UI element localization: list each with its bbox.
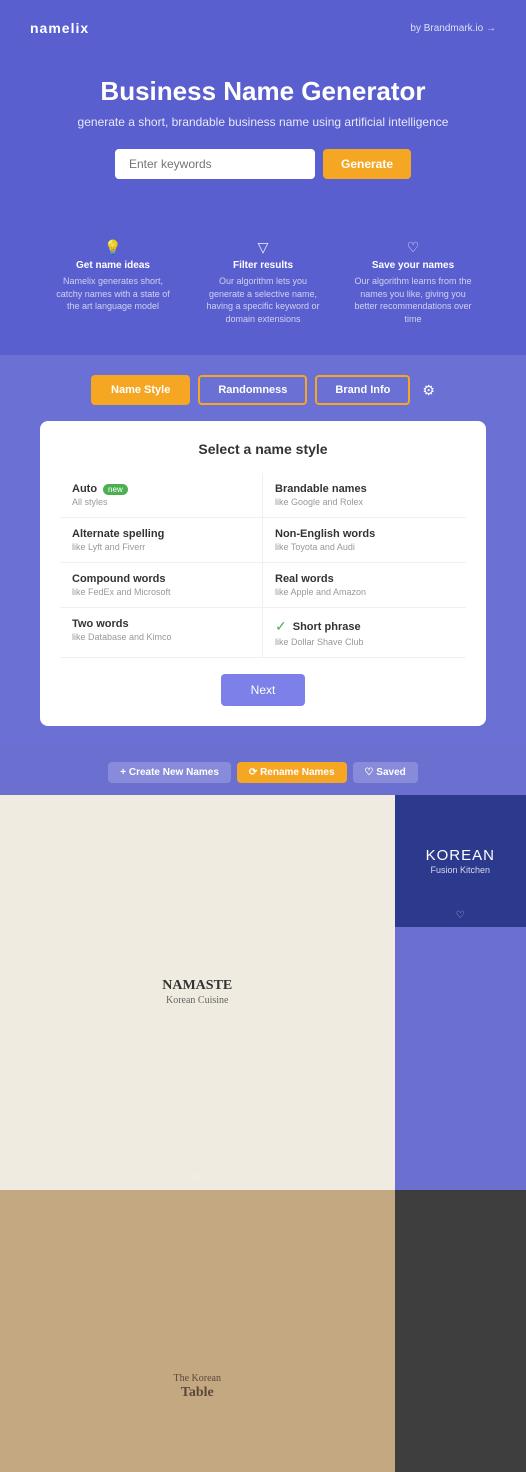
option-two-words-name: Two words [72, 618, 129, 630]
feature-filter-title: Filter results [203, 260, 323, 271]
card-korean-line2: Fusion Kitchen [426, 865, 495, 876]
heart-icon[interactable]: ♡ [456, 910, 465, 921]
option-real-words-name: Real words [275, 573, 334, 585]
card-table-line1: The Korean [174, 1373, 221, 1385]
option-non-english-name: Non-English words [275, 528, 375, 540]
overlay-panel: 하나 골라볼까요? [395, 1190, 526, 1472]
tab-name-style[interactable]: Name Style [91, 375, 190, 405]
lightbulb-icon: 💡 [53, 239, 173, 256]
option-spelling-name: Alternate spelling [72, 528, 164, 540]
option-auto-badge: new [103, 484, 128, 495]
hero-features: 💡 Get name ideas Namelix generates short… [30, 229, 496, 325]
keyword-input[interactable] [115, 149, 315, 179]
hero-content: Business Name Generator generate a short… [30, 66, 496, 229]
hero-subtitle: generate a short, brandable business nam… [30, 115, 496, 129]
option-brandable-example: like Google and Rolex [275, 497, 454, 507]
option-brandable[interactable]: Brandable names like Google and Rolex [263, 473, 466, 518]
settings-icon[interactable]: ⚙ [422, 382, 435, 399]
name-card-korean-fusion[interactable]: KOREAN Fusion Kitchen ♡ [395, 795, 526, 927]
option-auto-name: Auto [72, 483, 97, 495]
option-auto-example: All styles [72, 497, 250, 507]
feature-ideas-desc: Namelix generates short, catchy names wi… [53, 275, 173, 313]
next-button[interactable]: Next [221, 674, 306, 706]
hero-section: namelix by Brandmark.io → Business Name … [0, 0, 526, 355]
option-two-words[interactable]: Two words like Database and Kimco [60, 608, 263, 658]
option-spelling[interactable]: Alternate spelling like Lyft and Fiverr [60, 518, 263, 563]
option-brandable-name: Brandable names [275, 483, 367, 495]
feature-ideas: 💡 Get name ideas Namelix generates short… [53, 239, 173, 325]
feature-filter-desc: Our algorithm lets you generate a select… [203, 275, 323, 325]
results-grid: NAMASTE Korean Cuisine ♡ KOREAN Fusion K… [0, 795, 526, 1472]
site-logo: namelix [30, 20, 89, 36]
option-compound[interactable]: Compound words like FedEx and Microsoft [60, 563, 263, 608]
saved-button[interactable]: ♡ Saved [353, 762, 418, 783]
card-korean-line1: KOREAN [426, 847, 495, 865]
name-card-korean-table[interactable]: The Korean Table ♡ [0, 1190, 395, 1472]
tab-brand-info[interactable]: Brand Info [315, 375, 410, 405]
feature-ideas-title: Get name ideas [53, 260, 173, 271]
card-namaste-line2: Korean Cuisine [162, 995, 232, 1007]
option-real-words[interactable]: Real words like Apple and Amazon [263, 563, 466, 608]
style-options-grid: Auto new All styles Brandable names like… [60, 473, 466, 658]
heart-icon: ♡ [353, 239, 473, 256]
option-real-words-example: like Apple and Amazon [275, 587, 454, 597]
create-new-button[interactable]: + Create New Names [108, 762, 231, 783]
option-non-english-example: like Toyota and Audi [275, 542, 454, 552]
option-spelling-example: like Lyft and Fiverr [72, 542, 250, 552]
checkmark-icon: ✓ [275, 618, 287, 635]
filter-icon: ▽ [203, 239, 323, 256]
style-card: Select a name style Auto new All styles … [40, 421, 486, 726]
option-short-phrase-name: Short phrase [293, 621, 361, 633]
tab-randomness[interactable]: Randomness [198, 375, 307, 405]
option-short-phrase[interactable]: ✓ Short phrase like Dollar Shave Club [263, 608, 466, 658]
name-card-namaste[interactable]: NAMASTE Korean Cuisine ♡ [0, 795, 395, 1190]
option-compound-name: Compound words [72, 573, 166, 585]
rename-button[interactable]: ⟳ Rename Names [237, 762, 347, 783]
generate-button[interactable]: Generate [323, 149, 411, 179]
option-two-words-example: like Database and Kimco [72, 632, 250, 642]
overlay-container: Kimchi Kitchen Cafe ♡ 하나 골라볼까요? [395, 1190, 526, 1472]
hero-search-row: Generate [30, 149, 496, 179]
feature-filter: ▽ Filter results Our algorithm lets you … [203, 239, 323, 325]
results-toolbar: + Create New Names ⟳ Rename Names ♡ Save… [0, 762, 526, 783]
feature-save: ♡ Save your names Our algorithm learns f… [353, 239, 473, 325]
feature-save-desc: Our algorithm learns from the names you … [353, 275, 473, 325]
option-compound-example: like FedEx and Microsoft [72, 587, 250, 597]
hero-nav: namelix by Brandmark.io → [30, 20, 496, 36]
heart-icon[interactable]: ♡ [193, 1173, 202, 1184]
style-card-title: Select a name style [60, 441, 466, 457]
results-section: + Create New Names ⟳ Rename Names ♡ Save… [0, 746, 526, 1472]
option-auto[interactable]: Auto new All styles [60, 473, 263, 518]
option-non-english[interactable]: Non-English words like Toyota and Audi [263, 518, 466, 563]
feature-save-title: Save your names [353, 260, 473, 271]
style-section: Name Style Randomness Brand Info ⚙ Selec… [0, 355, 526, 746]
style-tabs: Name Style Randomness Brand Info ⚙ [20, 375, 506, 405]
hero-title: Business Name Generator [30, 76, 496, 107]
brand-link[interactable]: by Brandmark.io → [410, 23, 496, 34]
card-namaste-line1: NAMASTE [162, 978, 232, 995]
option-short-phrase-example: like Dollar Shave Club [275, 637, 454, 647]
card-table-line2: Table [174, 1385, 221, 1402]
